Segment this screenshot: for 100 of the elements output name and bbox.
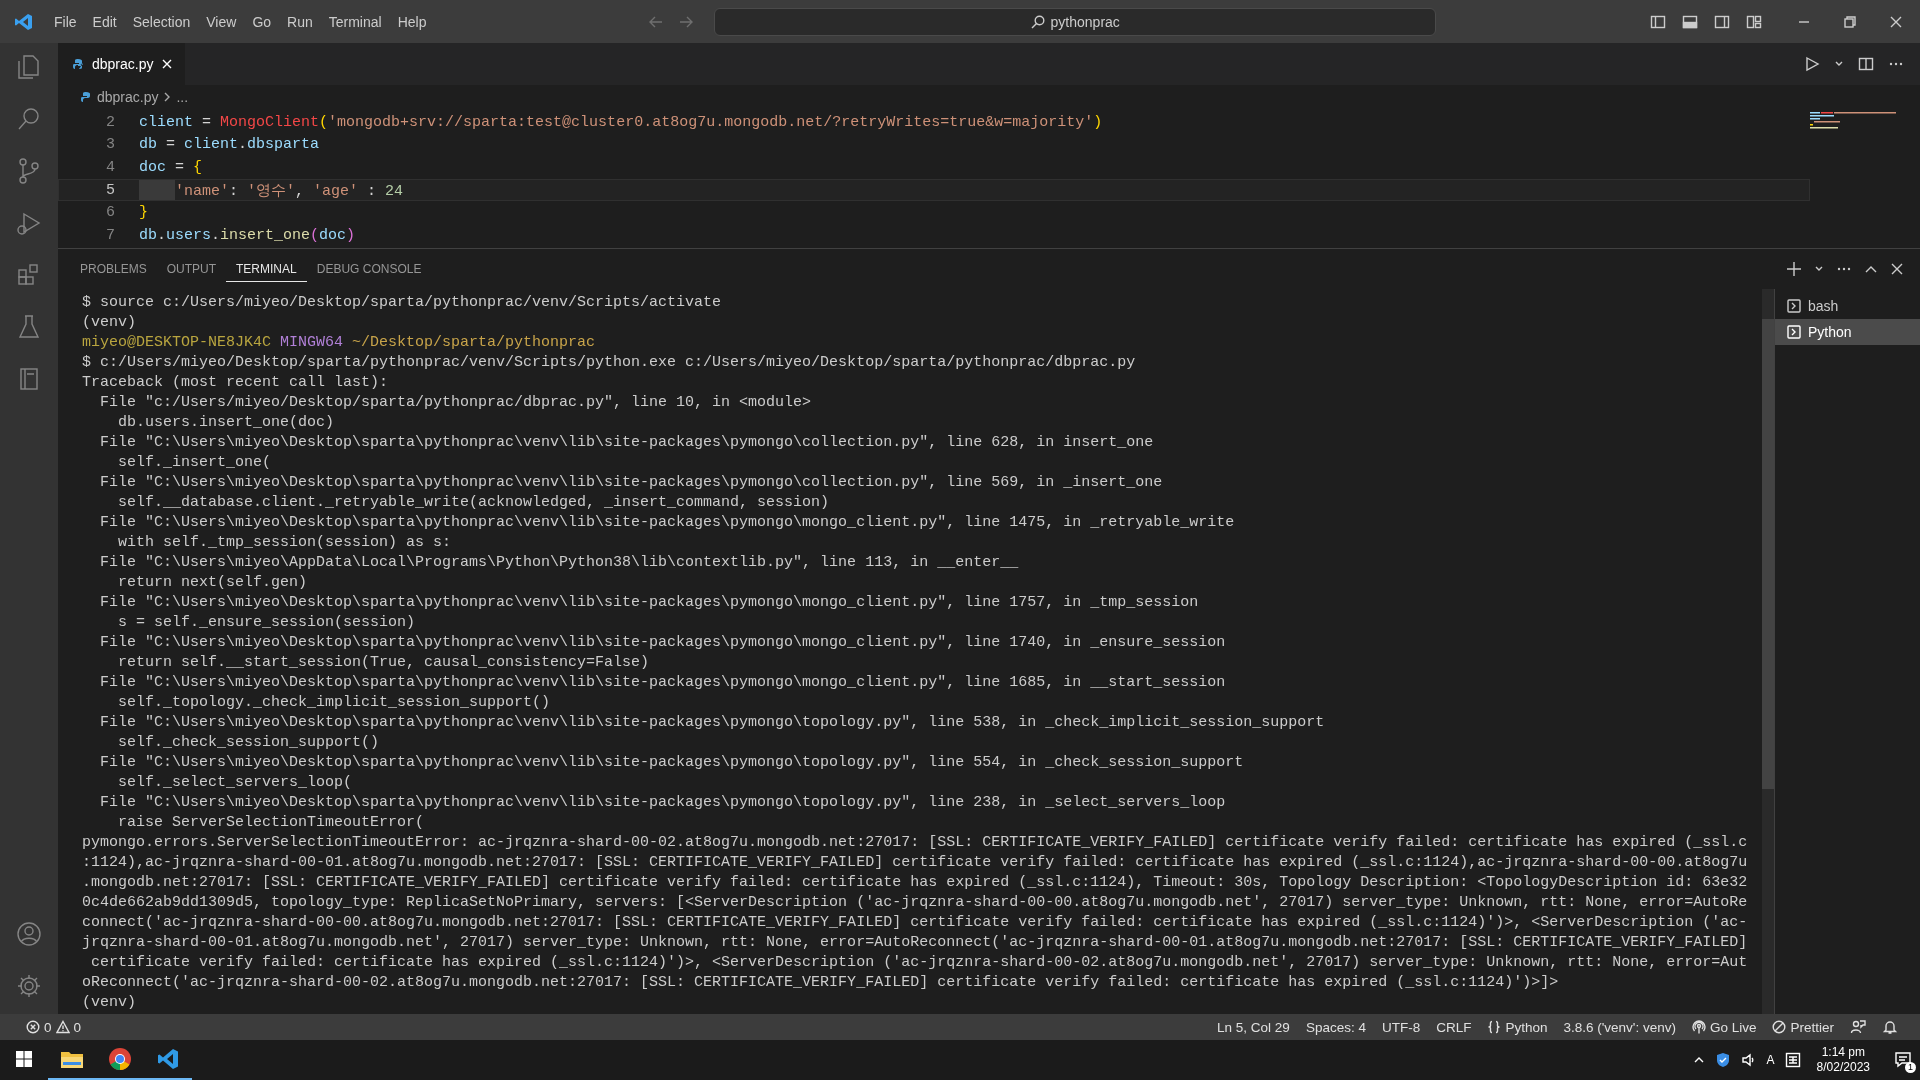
layout-icon[interactable] [1746,13,1762,30]
windows-logo-icon[interactable] [15,1050,33,1068]
terminal-line: File "C:\Users\miyeo\Desktop\sparta\pythonprac\venv\lib\site-packages\pymongo\mongo_client.py", line 1757, in _tmp_session [99,593,1199,613]
terminal-line: with self._tmp_session(session) as s: [117,533,452,553]
terminal-line: File "C:\Users\miyeo\Desktop\sparta\pythonprac\venv\lib\site-packages\pymongo\collection.py", line 628, in insert_one [99,433,1154,453]
menu-item[interactable]: File [46,9,85,34]
panel-tab[interactable]: DEBUG CONSOLE [306,256,432,282]
notification-icon[interactable] [1894,1051,1912,1069]
terminal-line: self._insert_one( [117,453,272,473]
terminal-line: File "c:/Users/miyeo/Desktop/sparta/pythonprac/dbprac.py", line 10, in <module> [99,393,812,413]
line-number: 6 [105,204,116,222]
editor-tab[interactable]: dbprac.py [58,43,186,85]
code-line: } [139,204,148,222]
menu-item[interactable]: View [198,9,245,34]
terminal-line: jrqznra-shard-00-01.at8og7u.mongodb.net', 27017) server_type: Unknown, rtt: None, error=AutoReconnect('ac-jrqznra-shard-00-01.at8og7u.mongodb.net:27017: [SSL: CERTIFICATE_VERIFY_FAILED] [82,933,1748,953]
shield-icon[interactable] [1714,1052,1731,1068]
terminal-line: $ source c:/Users/miyeo/Desktop/sparta/pythonprac/venv/Scripts/activate [82,293,722,313]
code-line: db = client.dbsparta [139,136,320,154]
terminal-line: File "C:\Users\miyeo\Desktop\sparta\pythonprac\venv\lib\site-packages\pymongo\topology.py", line 538, in _check_implicit_session_support [99,713,1325,733]
terminal-line: File "C:\Users\miyeo\Desktop\sparta\pythonprac\venv\lib\site-packages\pymongo\mongo_client.py", line 1685, in __start_session [99,673,1226,693]
code-line: client = MongoClient('mongodb+srv://sparta:test@cluster0.at8og7u.mongodb.net/?retryWrites=true&w=majority') [139,113,1103,131]
split-editor-icon[interactable] [1858,56,1874,72]
terminal-line: $ c:/Users/miyeo/Desktop/sparta/pythonprac/venv/Scripts/python.exe c:/Users/miyeo/Desktop/sparta/pythonprac/dbprac.py [82,353,1136,373]
prompt-path: ~/Desktop/sparta/pythonprac [352,334,596,351]
breadcrumb-item[interactable]: dbprac.py [97,88,159,105]
menu-item[interactable]: Run [279,9,321,34]
panel-tab[interactable]: OUTPUT [156,256,227,282]
menu-item[interactable]: Selection [124,9,199,34]
chevron-right-icon [163,91,172,102]
feedback-icon[interactable] [1850,1019,1866,1035]
terminal-line: File "C:\Users\miyeo\Desktop\sparta\pythonprac\venv\lib\site-packages\pymongo\mongo_client.py", line 1475, in _retryable_write [99,513,1235,533]
terminal-line: oReconnect('ac-jrqznra-shard-00-02.at8og7u.mongodb.net:27017: [SSL: CERTIFICATE_VERIFY_FAILED] certificate verify failed: certificate has expired (_ssl.c:1124)')>]> [82,973,1559,993]
status-item[interactable]: Go Live [1683,1019,1765,1035]
terminal-line: self._check_session_support() [117,733,380,753]
menu-item[interactable]: Edit [84,9,125,34]
status-item[interactable]: 3.8.6 ('venv': venv) [1555,1019,1684,1035]
code-line: db.users.insert_one(doc) [139,226,356,244]
terminal-line: (venv) [82,993,136,1013]
settings-icon[interactable] [15,972,43,1000]
warning-icon [55,1020,70,1034]
input-indicator[interactable]: A [1766,1053,1775,1067]
sidebar-toggle-icon[interactable] [1650,13,1666,30]
panel-toggle-icon[interactable] [1682,13,1698,30]
search-icon [1030,14,1045,29]
status-item[interactable]: Spaces: 4 [1297,1019,1374,1035]
braces-icon [1487,1020,1502,1034]
notification-count: 1 [1905,1062,1916,1073]
editor-logo-icon [14,11,34,32]
close-icon[interactable] [1890,15,1902,28]
no-entry-icon [1772,1020,1787,1034]
run-icon[interactable] [1804,56,1820,72]
scrollbar-thumb[interactable] [1762,319,1774,789]
code-line: doc = { [139,159,203,176]
python-file-icon [80,90,92,103]
plus-icon[interactable] [1786,261,1802,277]
secondary-sidebar-icon[interactable] [1714,13,1730,30]
terminal-line: .mongodb.net:27017: [SSL: CERTIFICATE_VERIFY_FAILED] certificate verify failed: certificate has expired (_ssl.c:1124), Timeout: 30s, Topology Description: <TopologyDescription id: 63e32 [82,873,1748,893]
problems-indicator[interactable]: 0 0 [18,1019,90,1035]
bell-icon[interactable] [1882,1019,1898,1035]
terminal-line: connect('ac-jrqznra-shard-00-00.at8og7u.mongodb.net:27017: [SSL: CERTIFICATE_VERIFY_FAILED] certificate verify failed: certificate has expired (_ssl.c:1124)')>, <ServerDescription ('ac- [82,913,1748,933]
editor-logo-icon[interactable] [157,1048,179,1070]
terminal-line: pymongo.errors.ServerSelectionTimeoutError: ac-jrqznra-shard-00-02.at8og7u.mongodb.net:27017: [SSL: CERTIFICATE_VERIFY_FAILED] certificate verify failed: certificate has expired (_ssl.c [82,833,1748,853]
breadcrumb-item[interactable]: ... [176,88,189,105]
terminal-line: File "C:\Users\miyeo\AppData\Local\Programs\Python\Python38\lib\contextlib.py", line 113, in __enter__ [99,553,1019,573]
clock[interactable]: 1:14 pm 8/02/2023 [1816,1045,1870,1075]
account-icon[interactable] [15,920,43,948]
line-number: 2 [105,113,116,131]
search-field[interactable]: pythonprac [714,7,1437,36]
restore-icon[interactable] [1844,15,1856,28]
terminal-line: self._topology._check_implicit_session_support() [117,693,551,713]
terminal-line: self._select_servers_loop( [117,773,353,793]
ime-icon[interactable] [1784,1052,1801,1068]
terminal-line: :1124),ac-jrqznra-shard-00-01.at8og7u.mongodb.net:27017: [SSL: CERTIFICATE_VERIFY_FAILED] certificate verify failed: certificate has expired (_ssl.c:1124),ac-jrqznra-shard-00-00.at8og7u [82,853,1748,873]
terminal-item[interactable]: Python [1775,319,1920,345]
status-item[interactable]: Ln 5, Col 29 [1209,1019,1298,1035]
terminal-line: return self.__start_session(True, causal_consistency=False) [117,653,650,673]
line-number: 4 [105,159,116,176]
panel-tab[interactable]: PROBLEMS [70,256,157,282]
menu-item[interactable]: Go [244,9,280,34]
panel-tab[interactable]: TERMINAL [226,256,307,282]
prompt-shell: MINGW64 [280,334,344,351]
line-number: 7 [105,226,116,244]
terminal-line: 0c4de662ab9dd1309d5, topology_type: ReplicaSetNoPrimary, servers: [<ServerDescription ('ac-jrqznra-shard-00-00.at8og7u.mongodb.net', 27017) server_type: Unknown, rtt: None, error=AutoRe [82,893,1748,913]
terminal-line: return next(self.gen) [117,573,308,593]
menu-item[interactable]: Terminal [320,9,390,34]
terminal-line: File "C:\Users\miyeo\Desktop\sparta\pythonprac\venv\lib\site-packages\pymongo\collection.py", line 569, in _insert_one [99,473,1163,493]
status-item[interactable]: UTF-8 [1373,1019,1429,1035]
terminal-item[interactable]: bash [1775,293,1920,319]
terminal-icon [1787,325,1801,339]
status-item[interactable]: Python [1479,1019,1556,1035]
close-icon[interactable] [1890,262,1904,276]
menu-item[interactable]: Help [389,9,435,34]
line-number: 3 [105,136,116,154]
status-item[interactable]: Prettier [1764,1019,1842,1035]
browser-icon[interactable] [108,1047,132,1071]
terminal-line: s = self._ensure_session(session) [117,613,416,633]
terminal-line: (venv) [82,313,136,333]
terminal-line: File "C:\Users\miyeo\Desktop\sparta\pythonprac\venv\lib\site-packages\pymongo\topology.py", line 238, in _select_servers_loop [99,793,1226,813]
terminal-line: File "C:\Users\miyeo\Desktop\sparta\pythonprac\venv\lib\site-packages\pymongo\mongo_client.py", line 1740, in _ensure_session [99,633,1226,653]
status-item[interactable]: CRLF [1428,1019,1480,1035]
